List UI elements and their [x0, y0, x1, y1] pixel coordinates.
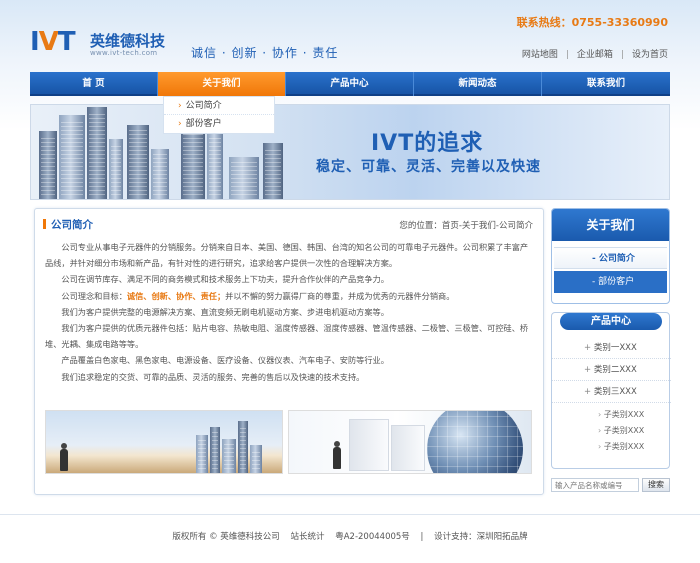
- building-image: [109, 139, 123, 199]
- building-image: [210, 427, 220, 473]
- sidebar-item-company-profile[interactable]: 公司简介: [554, 247, 667, 269]
- dropdown-item-clients[interactable]: 部份客户: [164, 115, 274, 133]
- sidebar-about: 关于我们 公司简介 部份客户: [551, 208, 670, 304]
- building-image: [250, 445, 262, 473]
- company-logo[interactable]: IVT 英维德科技 www.ivt-tech.com: [30, 28, 180, 64]
- globe-photo: [288, 410, 532, 474]
- page-title: 公司简介: [43, 217, 93, 232]
- banner-subtitle: 稳定、可靠、灵活、完善以及快速: [316, 159, 541, 175]
- building-image: [263, 143, 283, 199]
- building-image: [238, 421, 248, 473]
- product-search-input[interactable]: [551, 478, 639, 492]
- article-paragraph: 我们为客户提供的优质元器件包括：贴片电容、热敏电阻、温度传感器、湿度传感器、管温…: [45, 323, 529, 350]
- company-slogan: 诚信 · 创新 · 协作 · 责任: [191, 46, 339, 60]
- businessman-figure: [333, 441, 341, 469]
- article-paragraph: 我们追求稳定的交货、可靠的品质、灵活的服务、完善的售后以及快速的技术支持。: [61, 371, 365, 382]
- nav-news[interactable]: 新闻动态: [414, 72, 542, 96]
- concept-highlight: 诚信、创新、协作、责任；: [126, 290, 226, 301]
- page-footer: 版权所有 © 英维德科技公司 站长统计 粤A2-20044005号 | 设计支持…: [0, 530, 700, 542]
- top-links: 网站地图 | 企业邮箱 | 设为首页: [522, 47, 668, 60]
- product-subcategory-list: 子类别XXX 子类别XXX 子类别XXX: [552, 403, 671, 455]
- search-button[interactable]: 搜索: [642, 478, 670, 492]
- article-paragraph: 产品覆盖白色家电、黑色家电、电源设备、医疗设备、仪器仪表、汽车电子、安防等行业。: [61, 355, 389, 366]
- sidebar-about-title: 关于我们: [552, 209, 669, 241]
- building-image: [229, 157, 259, 199]
- nav-contact[interactable]: 联系我们: [542, 72, 670, 96]
- building-image: [87, 107, 107, 199]
- building-image: [207, 133, 223, 199]
- company-website: www.ivt-tech.com: [90, 49, 158, 57]
- sitemap-link[interactable]: 网站地图: [522, 50, 558, 60]
- article-paragraph: 公司在调节库存、满足不同的商务模式和技术服务上下功夫，提升合作伙伴的产品竞争力。: [61, 274, 389, 285]
- product-category-item[interactable]: 类别二XXX: [552, 359, 671, 381]
- article-paragraph: 公司理念和目标：诚信、创新、协作、责任；并以不懈的努力赢得厂商的尊重，并成为优秀…: [45, 288, 535, 304]
- nav-products[interactable]: 产品中心: [286, 72, 414, 96]
- sidebar-products-title: 产品中心: [560, 313, 662, 330]
- dropdown-item-company-profile[interactable]: 公司简介: [164, 97, 274, 115]
- logo-mark: IVT: [30, 27, 76, 57]
- nav-home[interactable]: 首 页: [30, 72, 158, 96]
- hotline: 联系热线：0755-33360990: [516, 16, 668, 29]
- businessman-figure: [60, 443, 68, 471]
- sidebar-products: 产品中心 类别一XXX 类别二XXX 类别三XXX 子类别XXX 子类别XXX …: [551, 312, 671, 469]
- company-mail-link[interactable]: 企业邮箱: [577, 50, 613, 60]
- main-nav: 首 页 关于我们 产品中心 新闻动态 联系我们: [30, 72, 670, 96]
- building-image: [196, 435, 208, 473]
- product-subcategory-item[interactable]: 子类别XXX: [552, 423, 671, 439]
- sidebar-item-clients[interactable]: 部份客户: [554, 271, 667, 293]
- article-body: 公司专业从事电子元器件的分销服务。分销来自日本、美国、德国、韩国、台湾的知名公司…: [45, 239, 535, 385]
- footer-divider-bar: |: [420, 532, 424, 542]
- product-category-list: 类别一XXX 类别二XXX 类别三XXX 子类别XXX 子类别XXX 子类别XX…: [552, 337, 671, 455]
- building-image: [222, 439, 236, 473]
- company-name: 英维德科技: [90, 32, 166, 50]
- product-category-item[interactable]: 类别三XXX: [552, 381, 671, 403]
- panel-image: [391, 425, 425, 471]
- building-image: [127, 125, 149, 199]
- footer-copyright: 版权所有 © 英维德科技公司: [172, 532, 280, 542]
- building-image: [39, 131, 57, 199]
- product-subcategory-item[interactable]: 子类别XXX: [552, 439, 671, 455]
- concept-text: 并以不懈的努力赢得厂商的尊重，并成为优秀的元器件分销商。: [225, 290, 455, 301]
- city-skyline-photo: [45, 410, 283, 474]
- building-image: [59, 115, 85, 199]
- set-homepage-link[interactable]: 设为首页: [632, 50, 668, 60]
- hero-banner: IVT的追求 稳定、可靠、灵活、完善以及快速: [30, 104, 670, 200]
- article-paragraph: 公司专业从事电子元器件的分销服务。分销来自日本、美国、德国、韩国、台湾的知名公司…: [45, 242, 529, 269]
- divider: |: [620, 50, 624, 60]
- breadcrumb: 您的位置：首页-关于我们-公司简介: [399, 221, 533, 231]
- footer-stats-link[interactable]: 站长统计: [291, 532, 325, 542]
- panel-image: [349, 419, 389, 471]
- product-category-item[interactable]: 类别一XXX: [552, 337, 671, 359]
- about-dropdown: 公司简介 部份客户: [163, 96, 275, 134]
- footer-design-support[interactable]: 设计支持：深圳阳拓品牌: [434, 532, 528, 542]
- article-paragraph: 我们为客户提供完整的电源解决方案、直流变频无刷电机驱动方案、步进电机驱动方案等。: [61, 306, 389, 317]
- footer-divider: [0, 514, 700, 515]
- page-header: IVT 英维德科技 www.ivt-tech.com 诚信 · 创新 · 协作 …: [0, 0, 700, 70]
- building-image: [151, 149, 169, 199]
- main-content: 公司简介 您的位置：首页-关于我们-公司简介 公司专业从事电子元器件的分销服务。…: [34, 208, 544, 495]
- nav-about[interactable]: 关于我们: [158, 72, 286, 96]
- footer-icp[interactable]: 粤A2-20044005号: [335, 532, 410, 542]
- banner-title: IVT的追求: [371, 131, 484, 156]
- concept-label: 公司理念和目标：: [61, 290, 127, 301]
- divider: |: [565, 50, 569, 60]
- globe-icon: [427, 411, 523, 473]
- product-subcategory-item[interactable]: 子类别XXX: [552, 407, 671, 423]
